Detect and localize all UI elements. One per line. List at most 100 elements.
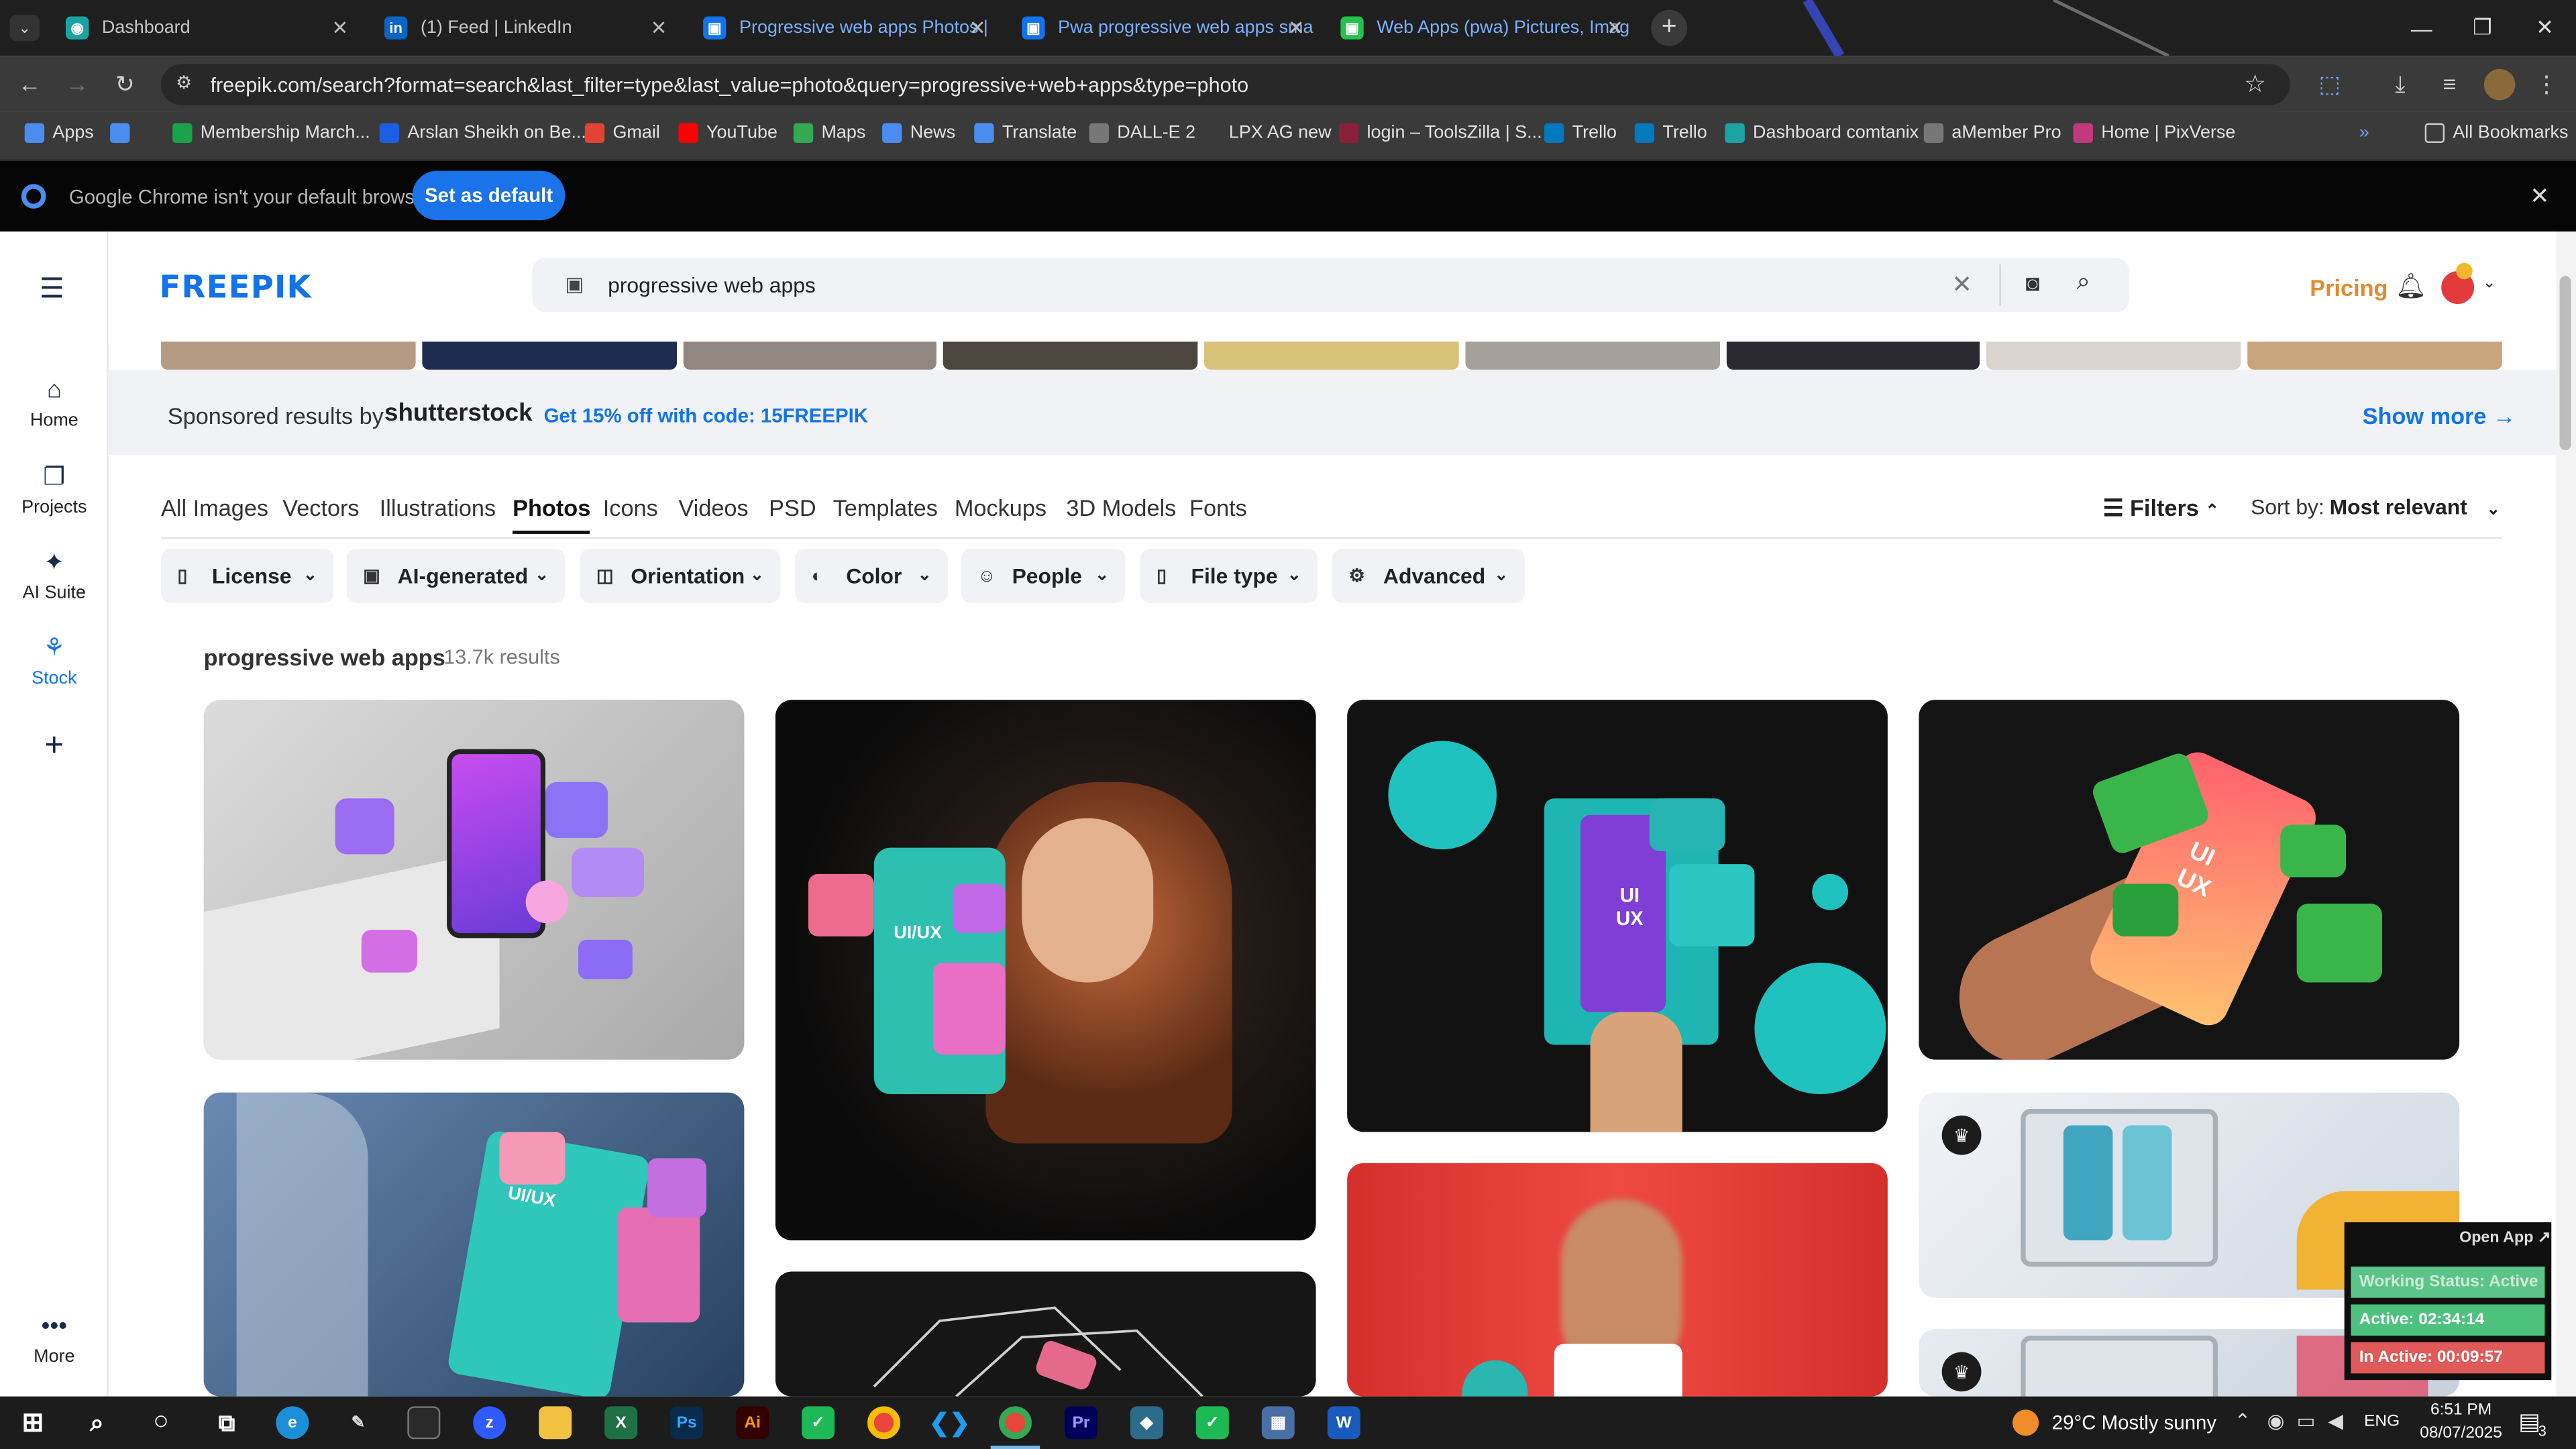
chrome-menu-icon[interactable]: ⋮ <box>2532 69 2561 99</box>
chrome-active-icon[interactable] <box>998 1406 1032 1440</box>
bookmark-maps[interactable]: Maps <box>793 123 865 144</box>
bookmark-news[interactable]: News <box>882 123 955 144</box>
close-tab-icon[interactable]: ✕ <box>651 16 667 39</box>
browser-tab-pwa[interactable]: ▣ Pwa progressive web apps sma ✕ <box>1006 7 1318 50</box>
user-menu-chevron-icon[interactable]: ⌄ <box>2482 274 2496 292</box>
image-card[interactable]: UI/UX <box>203 1092 745 1397</box>
filters-toggle[interactable]: ☰ Filters ⌃ <box>2103 494 2219 523</box>
sponsored-thumbnail[interactable] <box>1465 341 1720 370</box>
bookmark-dalle[interactable]: DALL-E 2 <box>1089 123 1195 144</box>
set-as-default-button[interactable]: Set as default <box>412 170 566 221</box>
people-filter[interactable]: ☺ People ⌄ <box>961 548 1126 603</box>
address-bar[interactable]: ⚙ freepik.com/search?format=search&last_… <box>161 64 2290 105</box>
clear-search-icon[interactable]: ✕ <box>1951 270 1972 299</box>
close-window-button[interactable]: ✕ <box>2514 0 2576 56</box>
sponsored-thumbnail[interactable] <box>2247 341 2502 370</box>
illustrator-icon[interactable]: Ai <box>736 1406 769 1440</box>
sidebar-item-more[interactable]: ••• More <box>0 1313 109 1367</box>
profile-avatar[interactable] <box>2483 68 2516 101</box>
bookmark-pixverse[interactable]: Home | PixVerse <box>2073 123 2235 144</box>
clock-date[interactable]: 08/07/2025 <box>2412 1424 2510 1442</box>
close-tab-icon[interactable]: ✕ <box>1607 16 1623 39</box>
forward-icon[interactable]: → <box>62 69 92 99</box>
sidebar-item-home[interactable]: ⌂ Home <box>0 376 109 431</box>
show-more-link[interactable]: Show more → <box>2363 402 2516 429</box>
license-filter[interactable]: ▯ License ⌄ <box>161 548 334 603</box>
search-icon[interactable]: ⌕ <box>2077 268 2091 296</box>
search-input[interactable]: progressive web apps <box>608 273 816 298</box>
clock-time[interactable]: 6:51 PM <box>2425 1401 2498 1419</box>
browser-tab-dashboard[interactable]: ◉ Dashboard ✕ <box>49 7 361 50</box>
tab-vectors[interactable]: Vectors <box>282 494 359 521</box>
sponsored-thumbnail[interactable] <box>943 341 1198 370</box>
volume-icon[interactable]: ◀︎ <box>2328 1409 2343 1432</box>
shutterstock-logo[interactable]: shutterstock <box>384 399 532 427</box>
cortana-icon[interactable]: ○ <box>145 1406 178 1439</box>
bookmark-youtube[interactable]: YouTube <box>678 123 777 144</box>
bookmark-comtanix[interactable]: Dashboard comtanix <box>1725 123 1919 144</box>
bookmark-toolszilla[interactable]: login – ToolsZilla | S... <box>1338 123 1542 144</box>
task-view-icon[interactable]: ⧉ <box>210 1406 243 1439</box>
notification-bell-icon[interactable]: 🔔︎ <box>2396 271 2427 301</box>
advanced-filter[interactable]: ⚙ Advanced ⌄ <box>1332 548 1525 603</box>
tab-3d-models[interactable]: 3D Models <box>1066 494 1176 521</box>
close-tab-icon[interactable]: ✕ <box>332 16 349 39</box>
vscode-icon[interactable]: ❮❯ <box>929 1406 971 1439</box>
premiere-icon[interactable]: Pr <box>1064 1406 1097 1440</box>
minimize-button[interactable]: — <box>2390 0 2453 56</box>
reload-icon[interactable]: ↻ <box>110 69 140 99</box>
file-explorer-icon[interactable] <box>539 1406 572 1440</box>
app-icon[interactable]: ◆ <box>1130 1406 1163 1440</box>
terminal-icon[interactable] <box>407 1406 441 1440</box>
sidebar-item-projects[interactable]: ❐ Projects <box>0 462 109 518</box>
network-icon[interactable]: ◉ <box>2267 1409 2285 1432</box>
sidebar-item-ai-suite[interactable]: ✦ AI Suite <box>0 547 109 603</box>
search-icon[interactable]: ⌕ <box>80 1406 113 1439</box>
sponsored-thumbnail[interactable] <box>1204 341 1459 370</box>
language-indicator[interactable]: ENG <box>2364 1413 2400 1431</box>
image-card[interactable] <box>775 1271 1316 1397</box>
tab-illustrations[interactable]: Illustrations <box>380 494 496 521</box>
camera-search-icon[interactable]: ◙ <box>2026 270 2040 296</box>
back-icon[interactable]: ← <box>15 69 44 99</box>
bookmark-star-icon[interactable]: ☆ <box>2244 69 2266 99</box>
notification-center-icon[interactable]: ▤ <box>2518 1408 2540 1436</box>
new-tab-button[interactable]: + <box>1651 9 1688 46</box>
tab-search-button[interactable]: ⌄ <box>9 15 40 42</box>
scrollbar-thumb[interactable] <box>2559 276 2571 451</box>
sponsored-thumbnail[interactable] <box>1986 341 2242 370</box>
wifi-icon[interactable]: ▭ <box>2297 1409 2316 1432</box>
bookmark-grid[interactable] <box>110 123 138 144</box>
freepik-logo[interactable]: FREEPIK <box>160 270 312 306</box>
weather-text[interactable]: 29°C Mostly sunny <box>2052 1411 2216 1434</box>
green-app-icon[interactable]: ✓ <box>802 1406 835 1440</box>
close-tab-icon[interactable]: ✕ <box>1288 16 1305 39</box>
word-icon[interactable]: W <box>1327 1406 1360 1440</box>
tab-icons[interactable]: Icons <box>603 494 658 521</box>
browser-tab-webapps[interactable]: ▣ Web Apps (pwa) Pictures, Imag ✕ <box>1324 7 1636 50</box>
bookmark-membership[interactable]: Membership March... <box>172 123 370 144</box>
orientation-filter[interactable]: ◫ Orientation ⌄ <box>580 548 781 603</box>
photoshop-icon[interactable]: Ps <box>670 1406 704 1440</box>
hamburger-menu-icon[interactable]: ☰ <box>40 273 64 306</box>
browser-tab-freepik-photos[interactable]: ▣ Progressive web apps Photos | ✕ <box>687 7 999 50</box>
color-filter[interactable]: ◐ Color ⌄ <box>795 548 949 603</box>
restore-button[interactable]: ❐ <box>2451 0 2514 56</box>
all-bookmarks-folder[interactable]: All Bookmarks <box>2424 123 2568 144</box>
image-type-icon[interactable]: ▣ <box>565 273 584 296</box>
close-infobar-icon[interactable]: ✕ <box>2530 182 2549 211</box>
tab-fonts[interactable]: Fonts <box>1189 494 1247 521</box>
sidebar-add-button[interactable]: + <box>0 728 109 765</box>
tab-all-images[interactable]: All Images <box>161 494 268 521</box>
extensions-icon[interactable]: ⬚ <box>2315 69 2345 99</box>
excel-icon[interactable]: X <box>604 1406 638 1440</box>
bookmark-trello-1[interactable]: Trello <box>1544 123 1617 144</box>
bookmark-gmail[interactable]: Gmail <box>584 123 660 144</box>
sponsored-thumbnail[interactable] <box>682 341 937 370</box>
edge-icon[interactable]: e <box>276 1406 309 1440</box>
bookmark-lpx[interactable]: LPX AG new <box>1201 123 1332 144</box>
sponsored-thumbnail[interactable] <box>421 341 676 370</box>
tab-psd[interactable]: PSD <box>769 494 816 521</box>
image-card[interactable]: UI UX <box>1919 700 2460 1060</box>
image-card[interactable]: UI UX <box>1347 700 1888 1132</box>
